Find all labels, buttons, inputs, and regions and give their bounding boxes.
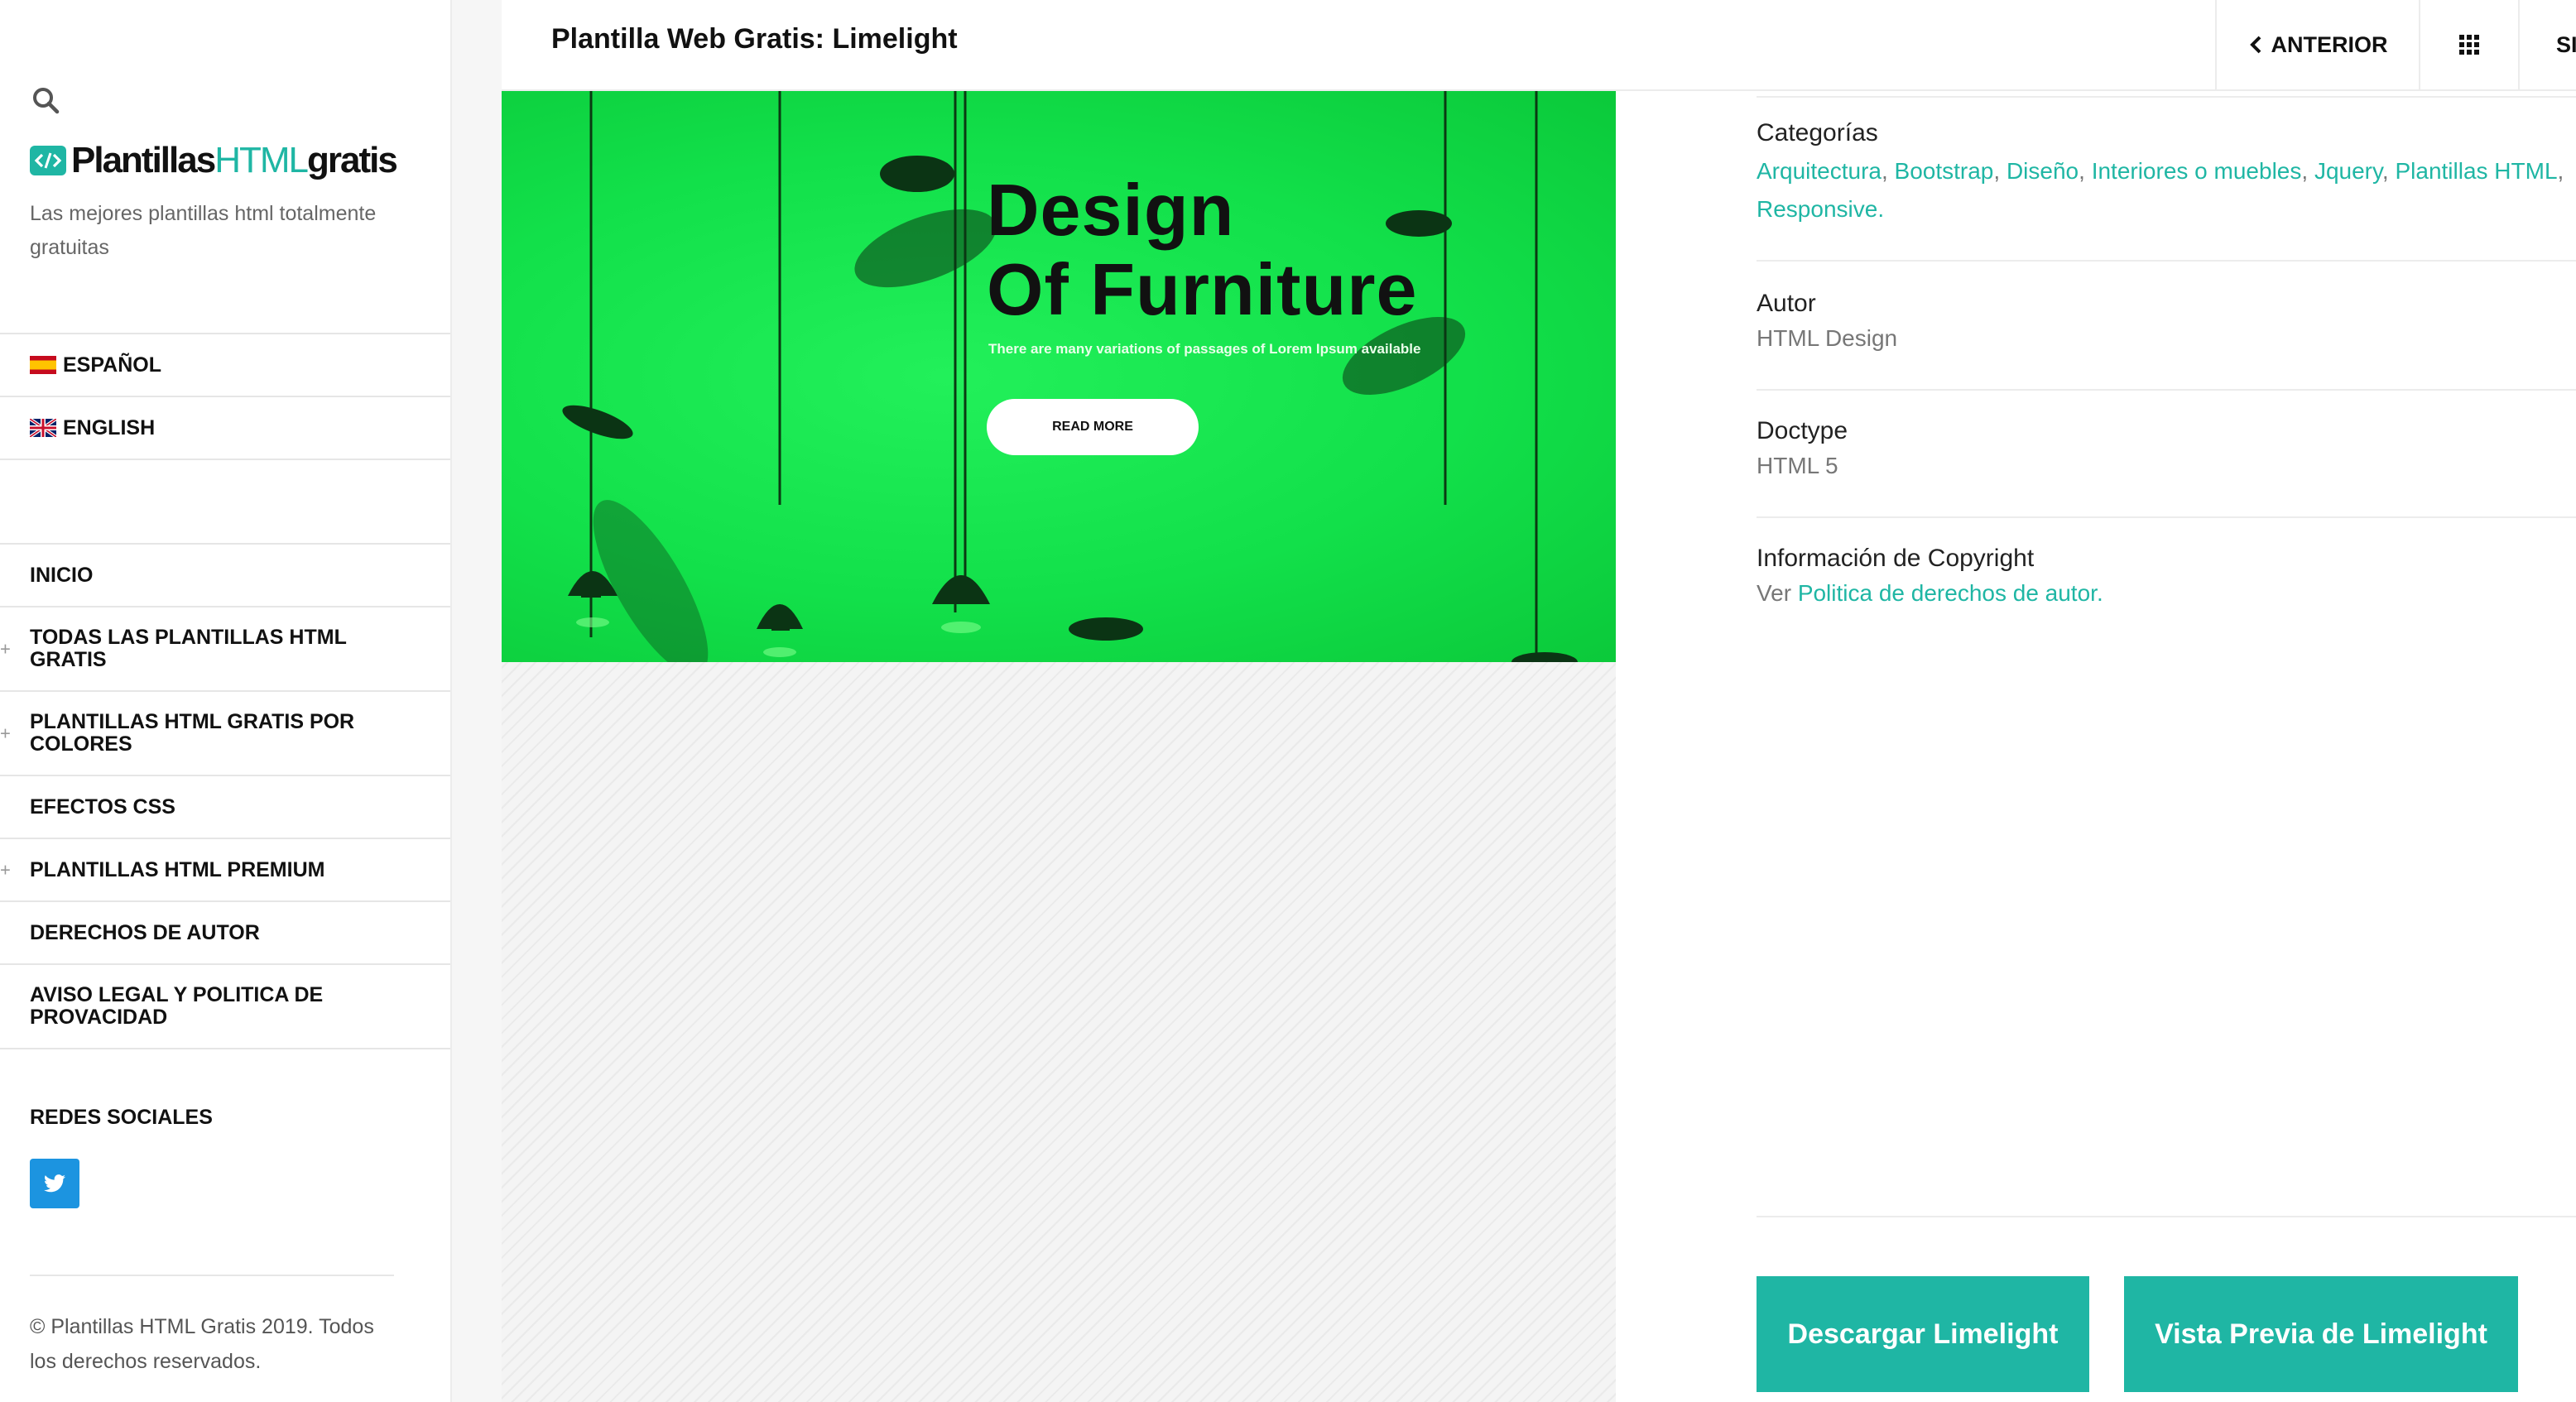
nav-item-efectos-css[interactable]: EFECTOS CSS bbox=[0, 775, 450, 838]
plus-icon[interactable]: + bbox=[0, 638, 11, 660]
category-link[interactable]: Interiores o muebles bbox=[2092, 158, 2302, 184]
divider bbox=[0, 1048, 450, 1049]
code-icon bbox=[30, 146, 66, 175]
site-tagline: Las mejores plantillas html totalmente g… bbox=[30, 202, 377, 259]
categories-list: Arquitectura, Bootstrap, Diseño, Interio… bbox=[1757, 158, 2564, 222]
copyright-section: Información de Copyright Ver Politica de… bbox=[1757, 518, 2576, 1217]
grid-view-button[interactable] bbox=[2419, 0, 2518, 89]
previous-label: ANTERIOR bbox=[2271, 31, 2388, 57]
divider bbox=[0, 459, 450, 543]
social-title: REDES SOCIALES bbox=[30, 1106, 213, 1129]
spain-flag-icon bbox=[30, 356, 56, 374]
doctype-value: HTML 5 bbox=[1757, 453, 1838, 478]
doctype-label: Doctype bbox=[1757, 417, 1848, 444]
categories-section: Categorías Arquitectura, Bootstrap, Dise… bbox=[1757, 91, 2576, 262]
author-value: HTML Design bbox=[1757, 325, 1898, 351]
uk-flag-icon bbox=[30, 419, 56, 437]
page-title: Plantilla Web Gratis: Limelight bbox=[551, 23, 958, 55]
category-link[interactable]: Bootstrap bbox=[1895, 158, 1994, 184]
language-label: ENGLISH bbox=[63, 415, 156, 439]
search-icon[interactable] bbox=[31, 86, 60, 114]
nav-label: PLANTILLAS HTML GRATIS POR COLORES bbox=[30, 710, 355, 756]
nav-item-inicio[interactable]: INICIO bbox=[0, 543, 450, 606]
author-label: Autor bbox=[1757, 290, 1816, 317]
chevron-left-icon bbox=[2249, 36, 2261, 54]
nav-label: TODAS LAS PLANTILLAS HTML GRATIS bbox=[30, 626, 347, 671]
preview-read-more-button[interactable]: READ MORE bbox=[987, 399, 1199, 455]
nav-label: PLANTILLAS HTML PREMIUM bbox=[30, 857, 325, 881]
categories-label: Categorías bbox=[1757, 119, 1878, 146]
nav-item-plantillas-por-colores[interactable]: + PLANTILLAS HTML GRATIS POR COLORES bbox=[0, 690, 450, 775]
language-item-english[interactable]: ENGLISH bbox=[0, 396, 450, 459]
logo-text: PlantillasHTMLgratis bbox=[71, 140, 398, 180]
copyright-policy-link[interactable]: Politica de derechos de autor. bbox=[1798, 580, 2103, 606]
main-nav: INICIO + TODAS LAS PLANTILLAS HTML GRATI… bbox=[0, 543, 450, 1049]
plus-icon[interactable]: + bbox=[0, 723, 11, 745]
author-section: Autor HTML Design bbox=[1757, 262, 2576, 391]
category-link[interactable]: Arquitectura bbox=[1757, 158, 1882, 184]
preview-hero-subtitle: There are many variations of passages of… bbox=[988, 341, 1421, 357]
category-link[interactable]: Jquery bbox=[2314, 158, 2382, 184]
footer-copyright: © Plantillas HTML Gratis 2019. Todos los… bbox=[30, 1315, 374, 1373]
previous-button[interactable]: ANTERIOR bbox=[2215, 0, 2419, 89]
live-preview-button[interactable]: Vista Previa de Limelight bbox=[2124, 1276, 2518, 1392]
template-preview-area: Design Of Furniture There are many varia… bbox=[502, 91, 1616, 1402]
twitter-button[interactable] bbox=[30, 1159, 79, 1208]
language-label: ESPAÑOL bbox=[63, 353, 161, 377]
nav-item-aviso-legal[interactable]: AVISO LEGAL Y POLITICA DE PROVACIDAD bbox=[0, 963, 450, 1048]
download-button[interactable]: Descargar Limelight bbox=[1757, 1276, 2089, 1392]
nav-label: AVISO LEGAL Y POLITICA DE PROVACIDAD bbox=[30, 983, 324, 1029]
next-button[interactable]: SIGUIENTE bbox=[2518, 0, 2576, 89]
twitter-icon bbox=[44, 1174, 65, 1193]
doctype-section: Doctype HTML 5 bbox=[1757, 391, 2576, 518]
sidebar: PlantillasHTMLgratis Las mejores plantil… bbox=[0, 0, 452, 1402]
template-preview-image[interactable]: Design Of Furniture There are many varia… bbox=[502, 91, 1616, 662]
category-link[interactable]: Diseño bbox=[2006, 158, 2079, 184]
preview-hero-title: Design Of Furniture bbox=[987, 169, 1418, 330]
nav-item-derechos-de-autor[interactable]: DERECHOS DE AUTOR bbox=[0, 900, 450, 963]
grid-icon bbox=[2459, 35, 2479, 55]
gutter bbox=[452, 0, 502, 1402]
plus-icon[interactable]: + bbox=[0, 859, 11, 881]
top-header: Plantilla Web Gratis: Limelight ANTERIOR… bbox=[502, 0, 2576, 91]
language-item-espanol[interactable]: ESPAÑOL bbox=[0, 333, 450, 396]
next-label: SIGUIENTE bbox=[2556, 31, 2576, 57]
nav-item-todas-las-plantillas[interactable]: + TODAS LAS PLANTILLAS HTML GRATIS bbox=[0, 606, 450, 690]
nav-item-plantillas-premium[interactable]: + PLANTILLAS HTML PREMIUM bbox=[0, 838, 450, 900]
category-link[interactable]: Responsive bbox=[1757, 196, 1877, 222]
language-list: ESPAÑOL ENGLISH bbox=[0, 333, 450, 543]
site-logo[interactable]: PlantillasHTMLgratis bbox=[30, 139, 398, 182]
template-info-panel: Categorías Arquitectura, Bootstrap, Dise… bbox=[1757, 91, 2576, 1217]
divider bbox=[30, 1275, 394, 1276]
copyright-value: Ver Politica de derechos de autor. bbox=[1757, 580, 2103, 606]
copyright-label: Información de Copyright bbox=[1757, 545, 2035, 572]
nav-label: EFECTOS CSS bbox=[30, 795, 175, 819]
nav-label: DERECHOS DE AUTOR bbox=[30, 920, 260, 944]
nav-label: INICIO bbox=[30, 563, 94, 587]
category-link[interactable]: Plantillas HTML bbox=[2395, 158, 2557, 184]
